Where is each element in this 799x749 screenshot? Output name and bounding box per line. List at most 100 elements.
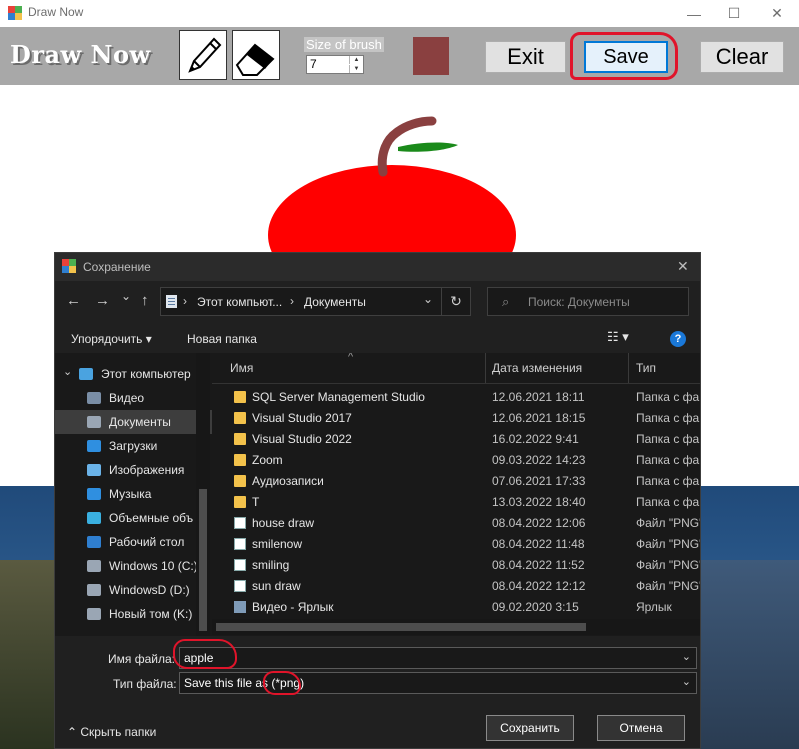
file-row[interactable]: Аудиозаписи 07.06.2021 17:33 Папка с фай [212,470,700,491]
file-row[interactable]: smiling 08.04.2022 11:52 Файл "PNG" [212,554,700,575]
folder-icon [234,495,246,508]
downloads-icon [87,440,101,452]
nav-item[interactable]: Загрузки [55,434,212,458]
app-logo: Draw Now [10,40,151,69]
address-segment-documents[interactable]: Документы [304,295,366,309]
nav-item-label: Рабочий стол [109,535,185,549]
dialog-cancel-button[interactable]: Отмена [597,715,685,741]
nav-item[interactable]: Объемные объ [55,506,212,530]
hide-folders-toggle[interactable]: ⌃ Скрыть папки [67,725,156,739]
refresh-icon[interactable]: ↻ [441,287,471,316]
desktop-background-left [0,560,60,749]
nav-item-label: WindowsD (D:) [109,583,190,597]
column-date-header[interactable]: Дата изменения [492,361,582,375]
horizontal-scrollbar-thumb[interactable] [216,623,586,631]
chevron-down-icon[interactable]: ⌄ [682,650,691,663]
spin-up-icon[interactable]: ▲ [349,56,363,64]
column-type-header[interactable]: Тип [636,361,656,375]
file-row[interactable]: sun draw 08.04.2022 12:12 Файл "PNG" [212,575,700,596]
exit-button[interactable]: Exit [485,41,566,73]
file-row[interactable]: Zoom 09.03.2022 14:23 Папка с фай [212,449,700,470]
brush-size-stepper[interactable]: 7 ▲ ▼ [306,55,364,74]
music-icon [87,488,101,500]
nav-item[interactable]: Windows 10 (C:) [55,554,212,578]
address-bar[interactable]: › Этот компьют... › Документы ⌄ [160,287,442,316]
documents-icon [87,416,101,428]
file-date: 16.02.2022 9:41 [492,431,579,446]
nav-item-label: Музыка [109,487,152,501]
nav-item[interactable]: WindowsD (D:) [55,578,212,602]
file-date: 08.04.2022 11:48 [492,536,585,551]
column-name-header[interactable]: Имя [230,361,253,375]
nav-item-label: Windows 10 (C:) [109,559,198,573]
back-arrow-icon[interactable]: ← [66,292,81,309]
folder-icon [234,390,246,403]
file-row[interactable]: T 13.03.2022 18:40 Папка с фай [212,491,700,512]
nav-item[interactable]: Документы [55,410,212,434]
dialog-save-button[interactable]: Сохранить [486,715,574,741]
pencil-icon [188,37,222,73]
chevron-down-icon[interactable]: ⌄ [682,675,691,688]
close-button[interactable]: ✕ [757,0,797,27]
apple-leaf [398,142,458,152]
file-date: 08.04.2022 11:52 [492,557,585,572]
file-name: T [252,494,260,509]
filetype-highlight-annotation [263,671,301,695]
file-row[interactable]: SQL Server Management Studio 12.06.2021 1… [212,386,700,407]
nav-item[interactable]: Новый том (K:) [55,602,212,626]
up-arrow-icon[interactable]: ↑ [141,292,149,309]
pencil-tool-button[interactable] [179,30,227,80]
organize-menu[interactable]: Упорядочить ▾ [71,332,152,346]
folder-icon [234,432,246,445]
nav-item[interactable]: Видео [55,386,212,410]
brush-size-value[interactable]: 7 [310,57,317,71]
brush-size-label: Size of brush [304,37,384,52]
spin-down-icon[interactable]: ▼ [349,65,363,73]
horizontal-scrollbar[interactable] [212,619,700,635]
nav-item[interactable]: ⌄ Этот компьютер [55,362,212,386]
help-icon[interactable]: ? [670,331,686,347]
clear-button[interactable]: Clear [700,41,784,73]
app-title: Draw Now [28,5,84,19]
nav-item[interactable]: Рабочий стол [55,530,212,554]
file-row[interactable]: Visual Studio 2017 12.06.2021 18:15 Папка … [212,407,700,428]
file-row[interactable]: Видео - Ярлык 09.02.2020 3:15 Ярлык [212,596,700,617]
expand-icon[interactable]: ⌄ [63,365,72,378]
dialog-titlebar [55,253,700,281]
nav-item[interactable]: Музыка [55,482,212,506]
file-date: 09.03.2022 14:23 [492,452,586,467]
minimize-button[interactable]: — [674,0,714,27]
video-icon [87,392,101,404]
nav-scrollbar-thumb[interactable] [199,489,207,631]
file-date: 13.03.2022 18:40 [492,494,586,509]
file-row[interactable]: house draw 08.04.2022 12:06 Файл "PNG" [212,512,700,533]
address-segment-computer[interactable]: Этот компьют... [197,295,282,309]
address-dropdown-icon[interactable]: ⌄ [423,292,433,306]
new-folder-button[interactable]: Новая папка [187,332,257,346]
file-date: 12.06.2021 18:15 [492,410,586,425]
view-options-icon[interactable]: ☷ ▾ [607,329,629,345]
filename-highlight-annotation [173,639,237,669]
nav-item-label: Новый том (K:) [109,607,193,621]
drive-icon [87,584,101,596]
eraser-tool-button[interactable] [232,30,280,80]
folder-icon [234,453,246,466]
file-row[interactable]: Visual Studio 2022 16.02.2022 9:41 Папка с… [212,428,700,449]
file-type: Папка с фай [636,452,700,467]
file-row[interactable]: smilenow 08.04.2022 11:48 Файл "PNG" [212,533,700,554]
filename-input[interactable]: apple ⌄ [179,647,697,669]
file-type: Папка с фай [636,389,700,404]
png-file-icon [234,537,246,550]
save-dialog: Сохранение ✕ ← → ⌄ ↑ › Этот компьют... ›… [54,252,701,749]
brush-color-swatch[interactable] [413,37,449,75]
search-input[interactable]: ⌕ Поиск: Документы [487,287,689,316]
maximize-button[interactable]: ☐ [714,0,754,27]
address-separator: › [290,294,294,308]
dialog-close-icon[interactable]: ✕ [677,258,689,275]
filetype-select[interactable]: Save this file as (*png) ⌄ [179,672,697,694]
forward-arrow-icon[interactable]: → [95,292,110,309]
file-type: Файл "PNG" [636,557,700,572]
nav-item[interactable]: Изображения [55,458,212,482]
png-file-icon [234,516,246,529]
recent-locations-icon[interactable]: ⌄ [121,289,131,303]
